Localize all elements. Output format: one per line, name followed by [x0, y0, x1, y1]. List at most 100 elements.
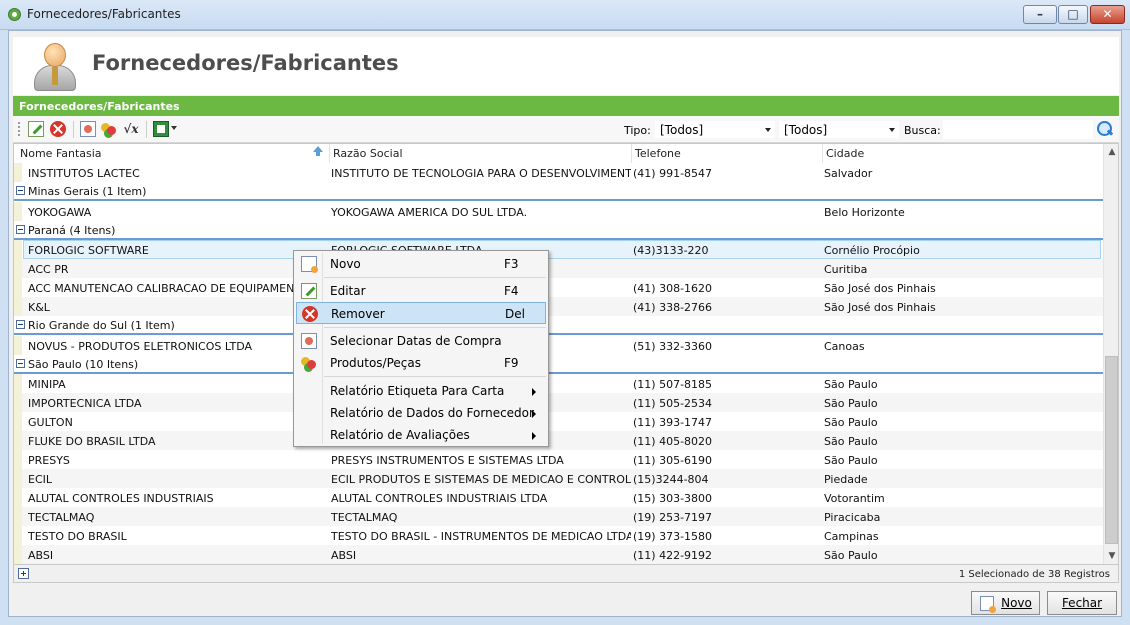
- cell-nome-fantasia: GULTON: [28, 416, 73, 429]
- column-header-razao-social[interactable]: Razão Social: [333, 147, 403, 160]
- cell-nome-fantasia: ECIL: [28, 473, 53, 486]
- cell-telefone: (15)3244-804: [633, 473, 709, 486]
- maximize-button[interactable]: □: [1058, 5, 1088, 24]
- group-row[interactable]: Rio Grande do Sul (1 Item): [14, 316, 1103, 335]
- close-icon: ✕: [1102, 7, 1113, 21]
- toolbar-separator: [73, 121, 74, 138]
- table-row[interactable]: GULTON (11) 393-1747 São Paulo: [14, 412, 1103, 431]
- table-row[interactable]: MINIPA (11) 507-8185 São Paulo: [14, 374, 1103, 393]
- menu-item-selecionar-datas-de-compra[interactable]: Selecionar Datas de Compra: [296, 330, 546, 352]
- group-label: São Paulo (10 Itens): [28, 357, 139, 371]
- cell-razao-social: YOKOGAWA AMERICA DO SUL LTDA.: [331, 205, 528, 219]
- menu-item-editar[interactable]: Editar F4: [296, 280, 546, 302]
- cell-nome-fantasia: PRESYS: [28, 454, 70, 467]
- menu-item-shortcut: F4: [504, 284, 519, 298]
- table-row[interactable]: FORLOGIC SOFTWAREFORLOGIC SOFTWARE LTDA(…: [14, 240, 1103, 259]
- menu-item-label: Selecionar Datas de Compra: [330, 334, 502, 348]
- menu-item-novo[interactable]: Novo F3: [296, 253, 546, 275]
- supplier-person-icon: [34, 41, 76, 93]
- close-button[interactable]: ✕: [1090, 5, 1125, 24]
- minimize-button[interactable]: –: [1023, 5, 1057, 24]
- collapse-group-icon[interactable]: [16, 186, 25, 195]
- secondary-filter-select[interactable]: [Todos]: [778, 120, 900, 139]
- table-row[interactable]: K&L (41) 338-2766 São José dos Pinhais: [14, 297, 1103, 316]
- scroll-down-icon[interactable]: ▼: [1104, 548, 1118, 564]
- menu-item-relatorio-etiqueta-para-carta[interactable]: Relatório Etiqueta Para Carta: [296, 380, 546, 402]
- products-icon[interactable]: [101, 121, 117, 137]
- table-row[interactable]: ECIL ECIL PRODUTOS E SISTEMAS DE MEDICAO …: [14, 469, 1103, 488]
- menu-item-remover[interactable]: Remover Del: [296, 302, 546, 324]
- expand-all-icon[interactable]: [18, 568, 29, 579]
- table-row[interactable]: ALUTAL CONTROLES INDUSTRIAIS ALUTAL CONTR…: [14, 488, 1103, 507]
- cell-cidade: São Paulo: [824, 435, 878, 448]
- search-icon[interactable]: [1097, 121, 1113, 137]
- cell-telefone: (19) 253-7197: [633, 511, 713, 524]
- table-row[interactable]: NOVUS - PRODUTOS ELETRONICOS LTDA (51) 33…: [14, 335, 1103, 355]
- cell-telefone: (11) 393-1747: [633, 416, 713, 429]
- edit-icon[interactable]: [28, 121, 44, 137]
- cell-telefone: (41) 308-1620: [633, 282, 713, 295]
- group-row[interactable]: Paraná (4 Itens): [14, 221, 1103, 240]
- cell-cidade: Cornélio Procópio: [824, 244, 920, 257]
- cell-telefone: (11) 305-6190: [633, 454, 713, 467]
- cell-cidade: Salvador: [824, 167, 873, 180]
- cell-telefone: (43)3133-220: [633, 244, 709, 257]
- chevron-down-icon[interactable]: [171, 126, 177, 130]
- menu-item-label: Relatório de Avaliações: [330, 428, 470, 442]
- cell-telefone: (19) 373-1580: [633, 530, 713, 543]
- scrollbar-thumb[interactable]: [1105, 356, 1118, 544]
- cell-cidade: São Paulo: [824, 378, 878, 391]
- table-row[interactable]: IMPORTECNICA LTDA (11) 505-2534 São Paulo: [14, 393, 1103, 412]
- cell-razao-social: PRESYS INSTRUMENTOS E SISTEMAS LTDA: [331, 454, 564, 467]
- column-header-telefone[interactable]: Telefone: [635, 147, 681, 160]
- table-row[interactable]: YOKOGAWA YOKOGAWA AMERICA DO SUL LTDA. Bel…: [14, 201, 1103, 221]
- delete-icon[interactable]: [50, 121, 66, 137]
- table-row[interactable]: TECTALMAQ TECTALMAQ (19) 253-7197 Piracicab…: [14, 507, 1103, 526]
- menu-item-shortcut: F3: [504, 257, 519, 271]
- cell-nome-fantasia: ALUTAL CONTROLES INDUSTRIAIS: [28, 492, 214, 505]
- toolbar-grip[interactable]: [18, 122, 20, 136]
- table-row[interactable]: INSTITUTOS LACTEC INSTITUTO DE TECNOLOGIA…: [14, 163, 1103, 182]
- scroll-up-icon[interactable]: ▲: [1104, 144, 1118, 160]
- products-icon: [301, 355, 317, 371]
- vertical-scrollbar[interactable]: ▲ ▼: [1103, 144, 1118, 564]
- collapse-group-icon[interactable]: [16, 358, 25, 368]
- menu-item-relatorio-de-avaliacoes[interactable]: Relatório de Avaliações: [296, 424, 546, 446]
- group-row[interactable]: São Paulo (10 Itens): [14, 355, 1103, 374]
- menu-item-produtos-pecas[interactable]: Produtos/Peças F9: [296, 352, 546, 374]
- formula-icon[interactable]: √x: [123, 121, 139, 137]
- novo-button[interactable]: Novo: [971, 591, 1040, 615]
- excel-export-icon[interactable]: [153, 121, 169, 137]
- context-menu: Novo F3 Editar F4 Remover Del Selecionar Datas…: [293, 250, 549, 447]
- group-row[interactable]: Minas Gerais (1 Item): [14, 182, 1103, 201]
- table-row[interactable]: FLUKE DO BRASIL LTDA (11) 405-8020 São Pau…: [14, 431, 1103, 450]
- cell-nome-fantasia: INSTITUTOS LACTEC: [28, 167, 140, 180]
- column-header-cidade[interactable]: Cidade: [826, 147, 864, 160]
- collapse-group-icon[interactable]: [16, 320, 25, 329]
- search-input[interactable]: [943, 120, 1093, 139]
- table-row[interactable]: ACC PR Curitiba: [14, 259, 1103, 278]
- app-icon: [8, 8, 21, 21]
- cell-nome-fantasia: TECTALMAQ: [28, 511, 95, 524]
- calendar-icon[interactable]: [80, 121, 96, 137]
- tipo-select[interactable]: [Todos]: [654, 120, 776, 139]
- table-row[interactable]: ABSI ABSI (11) 422-9192 São Paulo: [14, 545, 1103, 564]
- menu-item-relatorio-de-dados-do-fornecedor[interactable]: Relatório de Dados do Fornecedor: [296, 402, 546, 424]
- cell-cidade: São José dos Pinhais: [824, 282, 936, 295]
- cell-cidade: Campinas: [824, 530, 879, 543]
- chevron-down-icon: [889, 128, 895, 132]
- column-header-nome-fantasia[interactable]: Nome Fantasia: [20, 147, 102, 160]
- table-row[interactable]: PRESYS PRESYS INSTRUMENTOS E SISTEMAS LTD…: [14, 450, 1103, 469]
- cell-razao-social: ECIL PRODUTOS E SISTEMAS DE MEDICAO E CO…: [331, 473, 631, 486]
- collapse-group-icon[interactable]: [16, 224, 25, 234]
- cell-nome-fantasia: FLUKE DO BRASIL LTDA: [28, 435, 156, 448]
- new-icon: [980, 596, 996, 613]
- menu-item-label: Relatório de Dados do Fornecedor: [330, 406, 534, 420]
- cell-telefone: (41) 338-2766: [633, 301, 713, 314]
- cell-nome-fantasia: ACC MANUTENCAO CALIBRACAO DE EQUIPAMENTO…: [28, 282, 317, 295]
- table-row[interactable]: TESTO DO BRASIL TESTO DO BRASIL - INSTRUM…: [14, 526, 1103, 545]
- table-row[interactable]: ACC MANUTENCAO CALIBRACAO DE EQUIPAMENTO…: [14, 278, 1103, 297]
- fechar-button[interactable]: Fechar: [1047, 591, 1117, 615]
- cell-telefone: (11) 422-9192: [633, 549, 713, 562]
- cell-telefone: (11) 507-8185: [633, 378, 713, 391]
